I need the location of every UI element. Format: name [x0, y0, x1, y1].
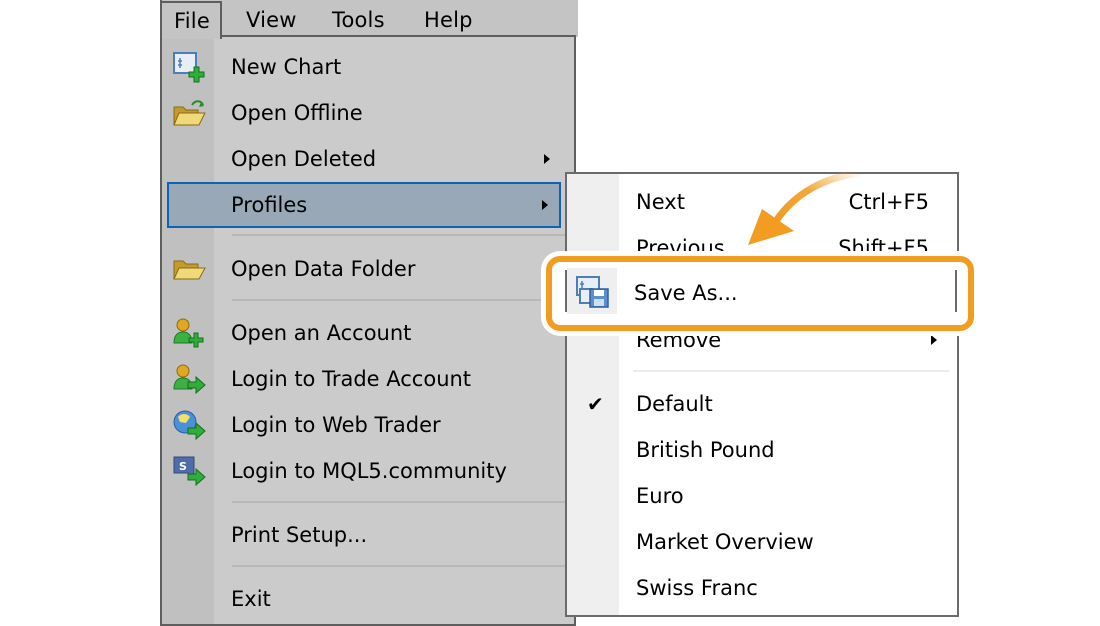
menu-item-label: Market Overview: [636, 530, 814, 554]
annotation-arrow-icon: [748, 169, 864, 245]
menu-item-label: Open Offline: [231, 101, 363, 125]
menu-item-print-setup[interactable]: Print Setup...: [168, 513, 560, 557]
submenu-arrow-icon: [931, 335, 937, 345]
user-add-icon: [172, 317, 206, 349]
menu-item-new-chart[interactable]: New Chart: [168, 45, 560, 89]
folder-icon: [172, 253, 206, 285]
menu-item-login-mql5[interactable]: S Login to MQL5.community: [168, 449, 560, 493]
menu-item-profile-default[interactable]: ✔ Default: [569, 382, 953, 426]
menu-bar: File View Tools Help: [160, 0, 578, 39]
menu-item-label: Profiles: [231, 193, 308, 217]
menu-item-label: Login to Trade Account: [231, 367, 472, 391]
menu-item-label: Next: [636, 190, 685, 214]
mql5-login-icon: S: [172, 455, 206, 487]
menu-item-open-deleted[interactable]: Open Deleted: [168, 137, 560, 181]
menu-item-exit[interactable]: Exit: [168, 577, 560, 621]
menu-item-label: Open an Account: [231, 321, 412, 345]
menu-item-login-web-trader[interactable]: Login to Web Trader: [168, 403, 560, 447]
menu-item-login-trade-account[interactable]: Login to Trade Account: [168, 357, 560, 401]
menu-item-profile-market-overview[interactable]: Market Overview: [569, 520, 953, 564]
menu-help[interactable]: Help: [424, 0, 473, 37]
save-profile-icon: [575, 275, 611, 309]
menu-item-label: Default: [636, 392, 713, 416]
menu-item-profiles[interactable]: Profiles: [167, 182, 561, 228]
menu-separator: [232, 565, 566, 567]
open-offline-folder-icon: [172, 97, 206, 129]
menu-view[interactable]: View: [246, 0, 297, 37]
menu-file[interactable]: File: [160, 1, 222, 39]
checkmark-icon: ✔: [587, 392, 604, 416]
menu-item-open-data-folder[interactable]: Open Data Folder: [168, 247, 560, 291]
menu-item-label: Open Data Folder: [231, 257, 416, 281]
menu-item-label: Open Deleted: [231, 147, 377, 171]
menu-separator: [232, 234, 566, 236]
user-login-icon: [172, 363, 206, 395]
menu-item-label: Swiss Franc: [636, 576, 758, 600]
menu-item-label: Euro: [636, 484, 684, 508]
menu-item-label: Login to Web Trader: [231, 413, 441, 437]
menu-separator: [232, 299, 566, 301]
new-chart-icon: [172, 51, 206, 83]
menu-separator: [232, 501, 566, 503]
menu-item-open-offline[interactable]: Open Offline: [168, 91, 560, 135]
submenu-arrow-icon: [542, 200, 548, 210]
menu-separator: [633, 370, 949, 372]
menu-item-label: Exit: [231, 587, 271, 611]
menu-item-profile-euro[interactable]: Euro: [569, 474, 953, 518]
menu-item-profile-british-pound[interactable]: British Pound: [569, 428, 953, 472]
submenu-arrow-icon: [544, 154, 550, 164]
globe-login-icon: [172, 409, 206, 441]
menu-item-open-an-account[interactable]: Open an Account: [168, 311, 560, 355]
menu-tools[interactable]: Tools: [332, 0, 385, 37]
menu-item-label: Save As...: [634, 281, 738, 305]
svg-text:S: S: [179, 460, 187, 473]
menu-item-label: British Pound: [636, 438, 775, 462]
file-menu: New Chart Open Offline Open Deleted Prof…: [160, 35, 576, 626]
menu-item-label: New Chart: [231, 55, 342, 79]
menu-item-label: Print Setup...: [231, 523, 368, 547]
menu-item-label: Login to MQL5.community: [231, 459, 507, 483]
menu-item-profile-swiss-franc[interactable]: Swiss Franc: [569, 566, 953, 610]
submenu-border-segment: [955, 270, 957, 312]
menu-item-save-as[interactable]: Save As...: [565, 268, 957, 314]
